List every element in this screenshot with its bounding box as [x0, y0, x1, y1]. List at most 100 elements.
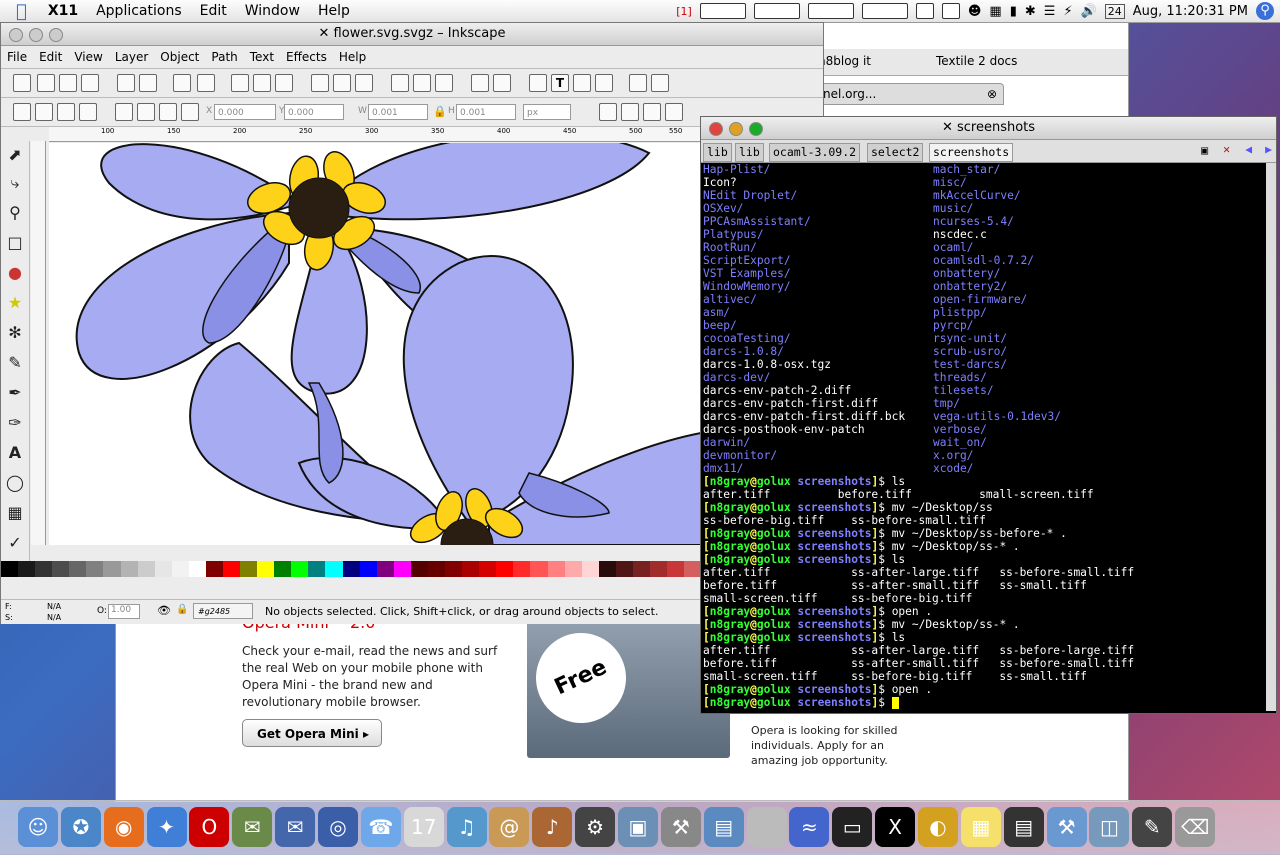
script-icon[interactable]: [941, 3, 960, 19]
menu-window[interactable]: Window: [236, 3, 309, 19]
palette-swatch[interactable]: [547, 561, 565, 577]
palette-swatch[interactable]: [325, 561, 343, 577]
units-select[interactable]: px: [523, 104, 571, 120]
dock-garageband-icon[interactable]: ♪: [532, 807, 573, 847]
palette-swatch[interactable]: [171, 561, 189, 577]
open-icon[interactable]: [37, 74, 55, 92]
spiral-tool-icon[interactable]: ✻: [5, 323, 25, 343]
dock-system-prefs-icon[interactable]: ⚙: [575, 807, 616, 847]
clone-icon[interactable]: [413, 74, 431, 92]
menu-text[interactable]: Text: [244, 50, 280, 64]
selector-tool-icon[interactable]: ⬈: [5, 145, 25, 165]
scale-stroke-icon[interactable]: [599, 103, 617, 121]
dock-xcode-icon[interactable]: ⚒: [1046, 807, 1087, 847]
palette-swatch[interactable]: [410, 561, 428, 577]
spy-icon[interactable]: ☻: [968, 4, 982, 19]
minimize-window-button[interactable]: [29, 28, 43, 42]
palette-swatch[interactable]: [1, 561, 19, 577]
rotate-cw-icon[interactable]: [35, 103, 53, 121]
minimize-window-button[interactable]: [729, 122, 743, 136]
transform-gradients-icon[interactable]: [643, 103, 661, 121]
duplicate-icon[interactable]: [391, 74, 409, 92]
width-field[interactable]: 0.001: [368, 104, 428, 120]
dock-mail-stamp-icon[interactable]: ✉: [232, 807, 273, 847]
layout-3-icon[interactable]: [807, 3, 854, 19]
redo-icon[interactable]: [197, 74, 215, 92]
y-field[interactable]: 0.000: [284, 104, 344, 120]
preferences-icon[interactable]: [629, 74, 647, 92]
dock-stickies-icon[interactable]: ▦: [960, 807, 1001, 847]
dock-fish-icon[interactable]: ≈: [789, 807, 830, 847]
dock-ical-icon[interactable]: 17: [403, 807, 444, 847]
dock-safari-icon[interactable]: ✪: [60, 807, 101, 847]
zoom-tool-icon[interactable]: ⚲: [5, 203, 25, 223]
palette-swatch[interactable]: [120, 561, 138, 577]
dock-trash-icon[interactable]: ⌫: [1175, 807, 1216, 847]
drawing-canvas[interactable]: [49, 143, 701, 545]
group-icon[interactable]: [471, 74, 489, 92]
rotate-ccw-icon[interactable]: [13, 103, 31, 121]
tab-screenshots[interactable]: screenshots: [929, 143, 1014, 162]
ellipse-tool-icon[interactable]: ●: [5, 263, 25, 283]
save-icon[interactable]: [59, 74, 77, 92]
dock-finder-icon[interactable]: ☺: [18, 807, 58, 847]
palette-swatch[interactable]: [479, 561, 497, 577]
eye-icon[interactable]: 👁: [157, 604, 171, 617]
dock-apple-icon[interactable]: [746, 807, 787, 847]
xml-editor-icon[interactable]: [573, 74, 591, 92]
terminal-titlebar[interactable]: ✕ screenshots: [701, 117, 1276, 140]
layout-1-icon[interactable]: [699, 3, 746, 19]
next-tab-icon[interactable]: ▶: [1265, 142, 1272, 156]
palette-swatch[interactable]: [376, 561, 394, 577]
dock-screenshot-icon[interactable]: ◫: [1089, 807, 1130, 847]
import-icon[interactable]: [117, 74, 135, 92]
document-properties-icon[interactable]: [651, 74, 669, 92]
volume-icon[interactable]: 🔊: [1081, 4, 1097, 19]
dropper-tool-icon[interactable]: ✓: [5, 533, 25, 553]
palette-swatch[interactable]: [69, 561, 87, 577]
lock-layer-icon[interactable]: 🔒: [176, 604, 188, 615]
wifi-icon[interactable]: ☰: [1044, 4, 1056, 19]
transform-patterns-icon[interactable]: [665, 103, 683, 121]
bluetooth-icon[interactable]: ✱: [1025, 4, 1036, 19]
layout-2-icon[interactable]: [753, 3, 800, 19]
align-icon[interactable]: [595, 74, 613, 92]
ungroup-icon[interactable]: [493, 74, 511, 92]
palette-swatch[interactable]: [188, 561, 206, 577]
close-window-button[interactable]: [709, 122, 723, 136]
dock-iphoto-icon[interactable]: ▣: [618, 807, 658, 847]
dock-network-icon[interactable]: ◎: [318, 807, 358, 847]
star-tool-icon[interactable]: ★: [5, 293, 25, 313]
bookmark-n8blog[interactable]: n8blog it: [818, 54, 871, 68]
palette-swatch[interactable]: [427, 561, 446, 577]
text-font-icon[interactable]: T: [551, 74, 569, 92]
menu-effects[interactable]: Effects: [280, 50, 333, 64]
rectangle-tool-icon[interactable]: □: [5, 233, 25, 253]
dock-thunderbird-icon[interactable]: ✉: [275, 807, 316, 847]
export-icon[interactable]: [139, 74, 157, 92]
palette-swatch[interactable]: [103, 561, 121, 577]
new-document-icon[interactable]: [13, 74, 31, 92]
paste-icon[interactable]: [275, 74, 293, 92]
dock-itunes-icon[interactable]: ♫: [446, 807, 487, 847]
dock-ichat-icon[interactable]: ☎: [360, 807, 401, 847]
scale-corners-icon[interactable]: [621, 103, 639, 121]
gradient-tool-icon[interactable]: ▦: [5, 503, 25, 523]
cut-icon[interactable]: [253, 74, 271, 92]
raise-icon[interactable]: [137, 103, 155, 121]
palette-swatch[interactable]: [291, 561, 309, 577]
palette-swatch[interactable]: [393, 561, 411, 577]
lock-icon[interactable]: 🔒: [433, 105, 447, 118]
palette-swatch[interactable]: [513, 561, 531, 577]
copy-icon[interactable]: [231, 74, 249, 92]
inkscape-titlebar[interactable]: ✕ flower.svg.svgz – Inkscape: [1, 23, 823, 46]
browser-tab[interactable]: nel.org... ⊗: [816, 83, 1004, 105]
print-icon[interactable]: [81, 74, 99, 92]
height-field[interactable]: 0.001: [456, 104, 516, 120]
palette-swatch[interactable]: [581, 561, 599, 577]
palette-swatch[interactable]: [359, 561, 377, 577]
menu-path[interactable]: Path: [205, 50, 243, 64]
terminal-scrollbar[interactable]: [1266, 163, 1276, 711]
palette-swatch[interactable]: [684, 561, 702, 577]
palette-swatch[interactable]: [530, 561, 548, 577]
